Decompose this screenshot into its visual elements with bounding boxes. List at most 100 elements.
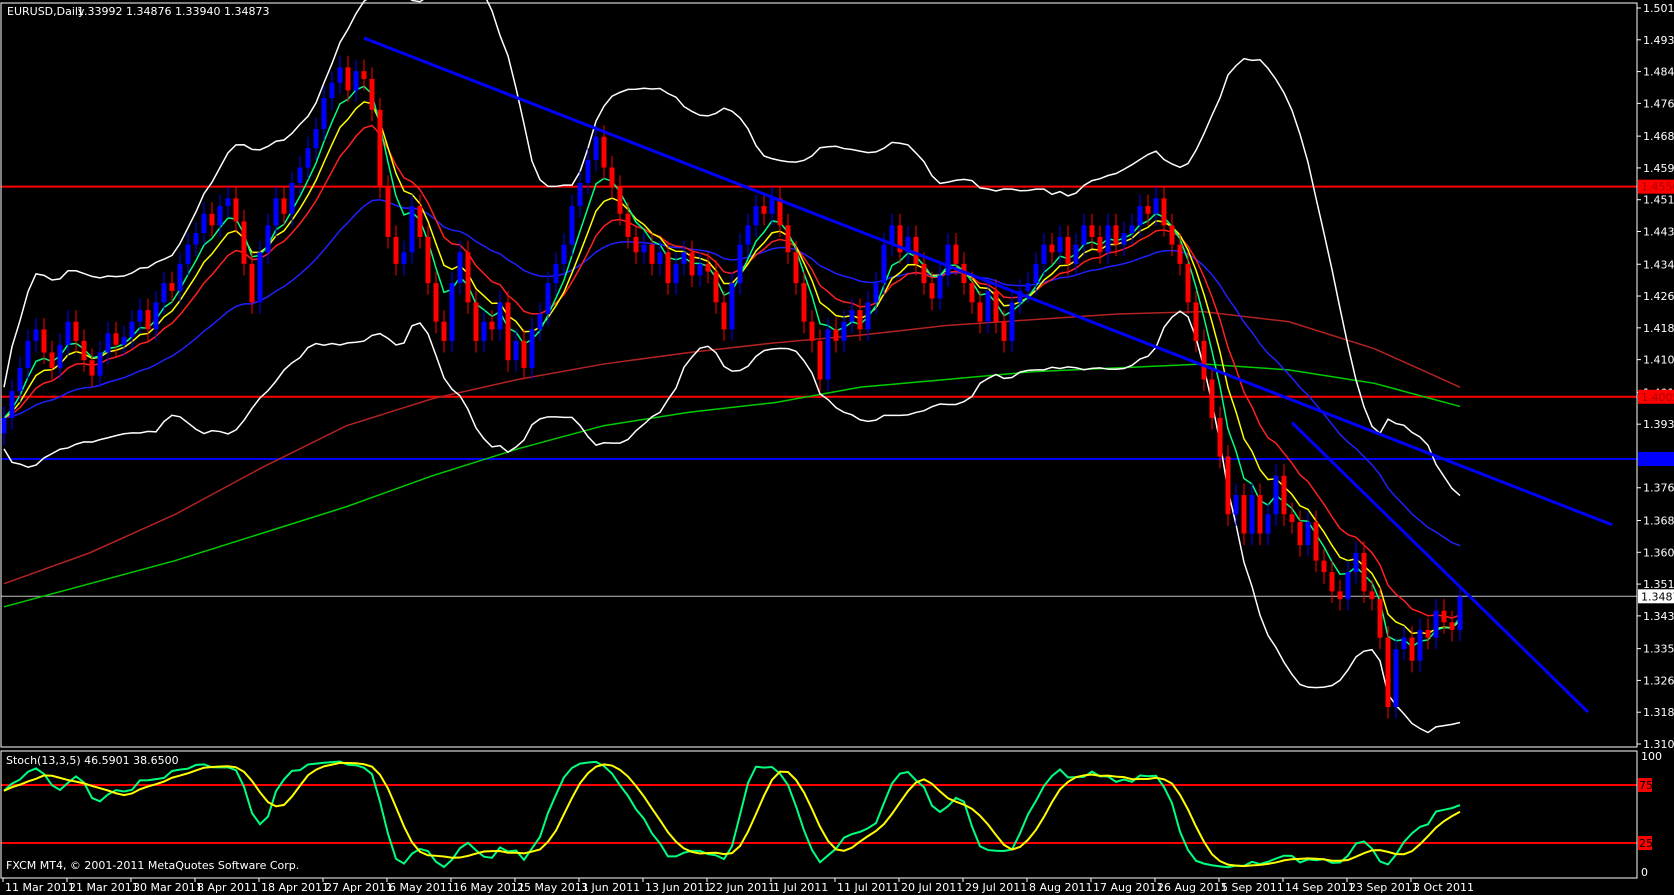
candle-body [169,283,175,291]
candle-body [305,148,311,168]
candle-body [1225,456,1231,515]
candle-body [249,263,255,303]
price-tick-label: 1.33515 [1643,643,1674,656]
candle-body [233,198,239,222]
candle-body [1217,418,1223,457]
candle-body [217,206,223,226]
candle-body [953,244,959,264]
price-tick-label: 1.49315 [1643,34,1674,47]
date-tick-label: 21 Mar 2011 [69,881,139,894]
candle-body [529,329,535,368]
candle-body [1313,522,1319,561]
candle-body [105,333,111,353]
price-tick-label: 1.37690 [1643,482,1674,495]
candle-body [833,329,839,341]
candle-body [553,263,559,284]
stoch-scale-label: 100 [1641,750,1662,763]
date-tick-label: 8 Apr 2011 [197,881,258,894]
price-tick-label: 1.43490 [1643,258,1674,271]
candle-body [1241,495,1247,534]
sma-long-red-line [3,310,1461,585]
candle-body [25,340,31,368]
candle-body [1409,637,1415,661]
ema-blue-line [3,199,1461,547]
candle-body [657,252,663,264]
candle-body [417,206,423,237]
candle-body [561,244,567,264]
candle-body [385,186,391,237]
candle-body [313,128,319,149]
candle-body [1113,225,1119,245]
candle-body [513,340,519,361]
candle-body [1297,522,1303,546]
date-tick-label: 11 Mar 2011 [5,881,75,894]
candle-body [609,167,615,187]
date-tick-label: 16 May 2011 [453,881,525,894]
candle-body [705,263,711,272]
candle-body [129,321,135,338]
candle-body [537,313,543,330]
candle-body [641,244,647,253]
candle-body [377,109,383,187]
candle-body [1033,263,1039,284]
date-tick-label: 8 Aug 2011 [1029,881,1092,894]
candle-body [409,206,415,253]
candle-body [1353,552,1359,573]
date-tick-label: 3 Jun 2011 [581,881,640,894]
date-tick-label: 30 Mar 2011 [133,881,203,894]
candle-body [1201,340,1207,380]
candle-body [1161,198,1167,226]
candle-body [1129,225,1135,234]
date-tick-label: 5 Sep 2011 [1221,881,1284,894]
candle-body [1089,225,1095,237]
candle-body [1153,198,1159,214]
date-tick-label: 1 Jul 2011 [773,881,828,894]
symbol-label: EURUSD,Daily [7,5,85,18]
bollinger-upper-line [3,0,1461,497]
candle-body [769,198,775,214]
candle-body [281,198,287,214]
price-tick-label: 1.45165 [1643,194,1674,207]
candle-body [1145,206,1151,214]
candle-body [497,302,503,330]
candle-body [1337,591,1343,600]
candle-body [9,391,15,419]
candle-body [849,310,855,322]
candle-body [41,329,47,353]
candle-body [1105,225,1111,253]
candle-body [809,321,815,341]
date-tick-label: 26 Aug 2011 [1157,881,1227,894]
price-tick-label: 1.31865 [1643,706,1674,719]
candle-body [17,367,23,392]
price-tick-label: 1.47665 [1643,97,1674,110]
candle-body [473,302,479,341]
candle-body [753,206,759,226]
candle-body [225,198,231,207]
candle-body [1329,572,1335,592]
candle-body [65,321,71,345]
stoch-d-line [3,761,1461,868]
candle-body [521,340,527,368]
candle-body [185,244,191,264]
candle-body [145,310,151,330]
candle-body [713,271,719,303]
price-chart[interactable]: 1.50140 1.49315 1.48490 1.47665 1.46815 1.459… [0,0,1674,895]
trendline [363,36,1613,527]
stoch-k-line [3,760,1461,869]
candle-body [569,206,575,245]
candle-body [257,252,263,303]
candle-body [1121,233,1127,245]
candle-body [1305,522,1311,546]
candle-body [1193,302,1199,341]
candle-body [1449,622,1455,630]
candle-body [505,302,511,361]
candle-body [1361,552,1367,592]
candle-body [617,186,623,214]
candle-body [593,136,599,160]
candle-body [33,329,39,341]
candle-body [993,290,999,322]
candle-body [177,263,183,291]
candle-body [49,352,55,368]
candle-body [969,283,975,303]
candle-body [761,206,767,214]
